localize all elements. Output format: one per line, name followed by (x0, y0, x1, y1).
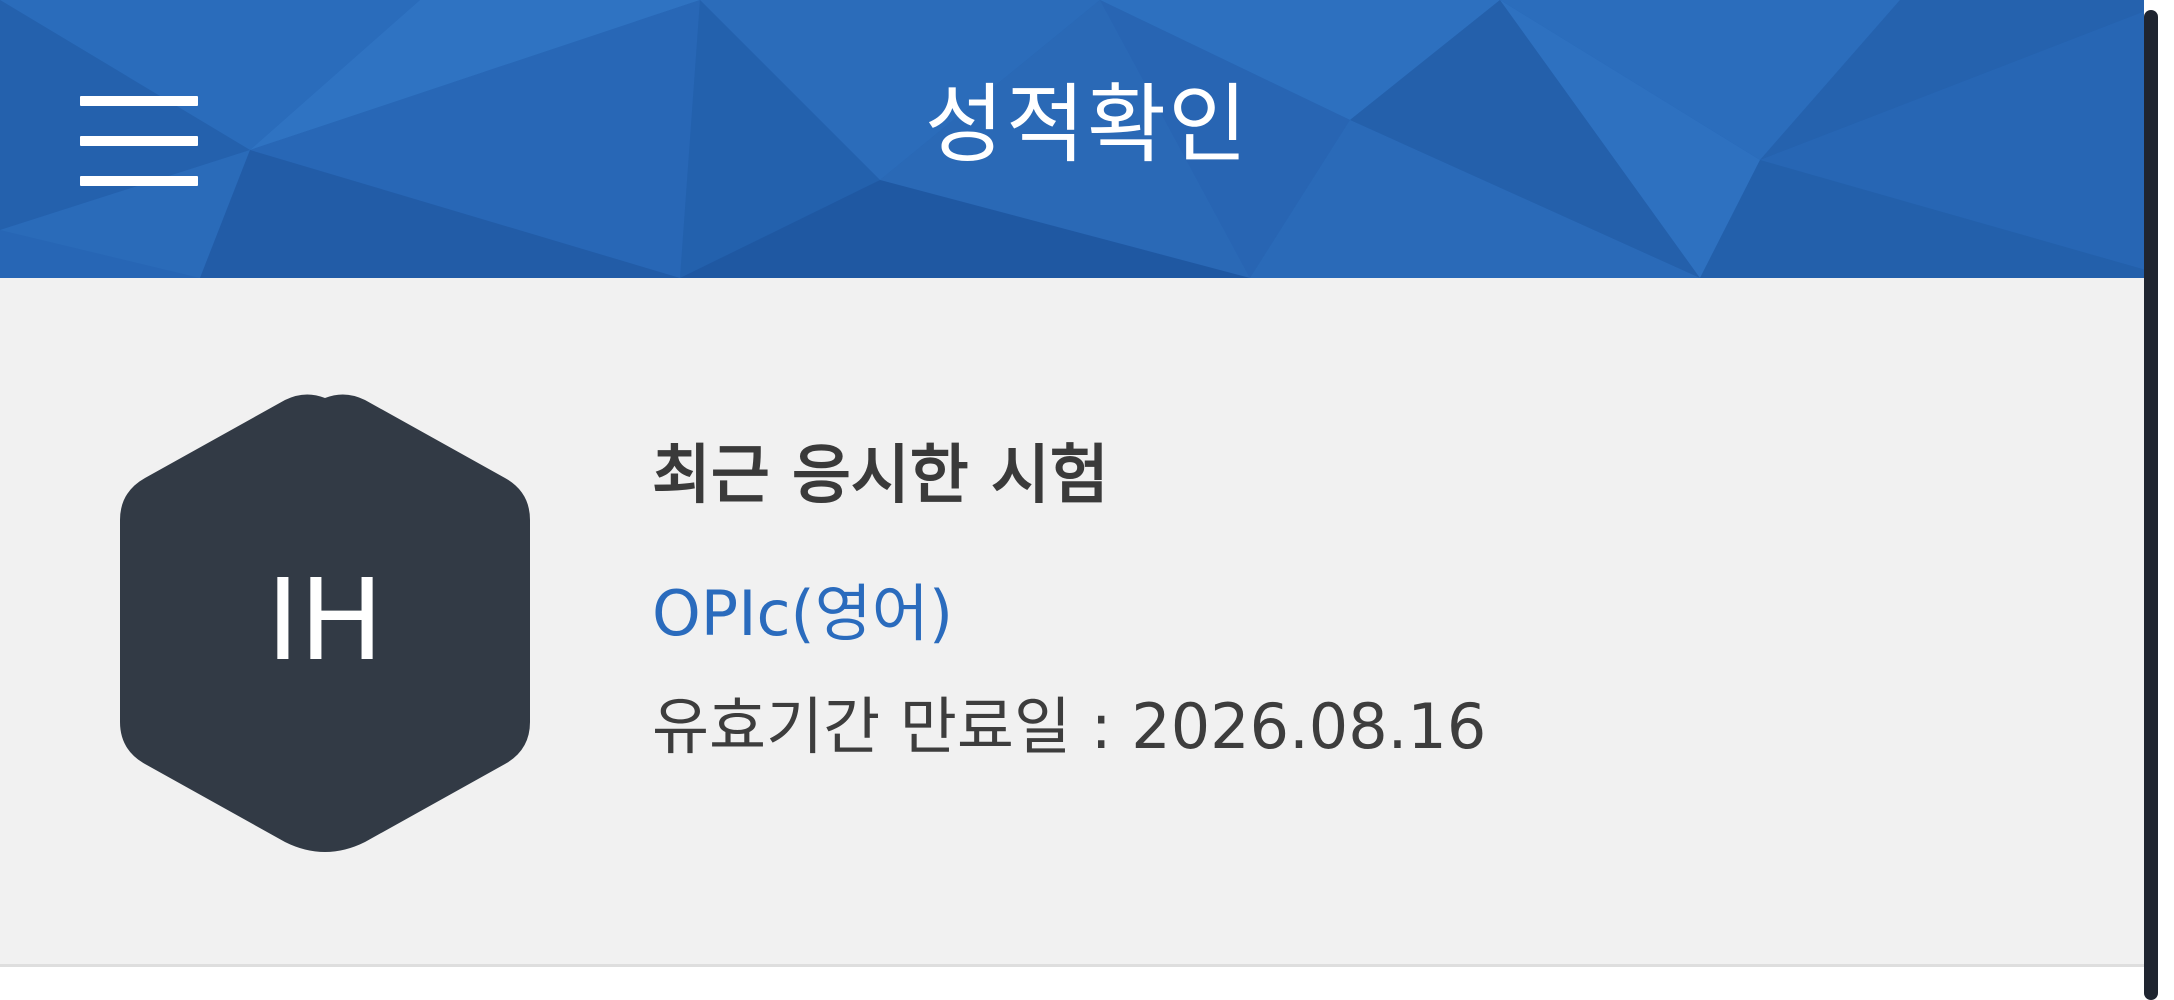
grade-badge: IH (110, 390, 540, 852)
exam-name-link[interactable]: OPIc(영어) (652, 574, 1486, 654)
page-title: 성적확인 (924, 75, 1250, 175)
expiry-date-text: 유효기간 만료일 : 2026.08.16 (652, 690, 1487, 763)
exam-info: 최근 응시한 시험 OPIc(영어) 유효기간 만료일 : 2026.08.16 (652, 426, 1486, 772)
recent-exam-card[interactable]: IH 최근 응시한 시험 OPIc(영어) 유효기간 만료일 : 2026.08… (0, 278, 2144, 967)
scrollbar[interactable] (2144, 0, 2174, 1000)
scrollbar-thumb[interactable] (2144, 10, 2158, 1000)
recent-exam-heading: 최근 응시한 시험 (652, 439, 1109, 513)
app-header: 성적확인 (0, 0, 2174, 278)
grade-text: IH (266, 556, 384, 686)
